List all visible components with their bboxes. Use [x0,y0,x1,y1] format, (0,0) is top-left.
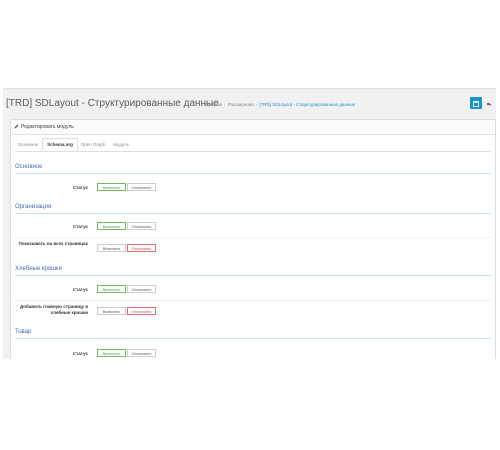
bc-status-on-button[interactable]: Включено [97,285,126,293]
tab-bar: Основное Schema.org Open Graph Модуль [15,138,491,152]
section-title-main: Основное [15,164,43,170]
panel-title: Редактировать модуль [21,124,74,130]
breadcrumb-current[interactable]: [TRD] SDLayout - Структурированные данны… [259,102,355,107]
section-divider [15,338,491,339]
edit-module-panel: Редактировать модуль Основное Schema.org… [10,119,496,359]
field-label-status: Статус [72,224,88,229]
pencil-icon [14,124,19,129]
tab-general[interactable]: Основное [15,139,41,150]
breadcrumb-home[interactable]: Главная [205,102,222,107]
breadcrumb: Главная › Расширения › [TRD] SDLayout - Стру… [205,102,355,107]
row-divider [15,300,491,301]
field-label-status: Статус [72,185,88,190]
section-title-product: Товар [15,329,32,335]
field-label-all-pages: Показывать на всех страницах [18,241,88,246]
save-icon [473,101,479,107]
panel-heading: Редактировать модуль [11,120,495,135]
field-label-add-home: Добавить главную страницу в хлебные крош… [20,304,88,315]
page-title: [TRD] SDLayout - Структурированные данны… [6,98,219,109]
breadcrumb-extensions[interactable]: Расширения [228,102,254,107]
back-button[interactable] [483,97,495,109]
page-header: [TRD] SDLayout - Структурированные данны… [3,89,496,117]
bc-status-off-button[interactable]: Отключено [127,285,156,293]
breadcrumb-separator: › [224,102,226,107]
org-status-on-button[interactable]: Включено [97,222,126,230]
reply-icon [486,102,492,106]
row-divider [15,237,491,238]
product-status-on-button[interactable]: Включено [97,349,126,357]
breadcrumb-separator: › [255,102,258,107]
all-pages-on-button[interactable]: Включено [97,244,126,252]
all-pages-off-button[interactable]: Отключено [127,244,156,252]
product-status-off-button[interactable]: Отключено [127,349,156,357]
section-title-organization: Организация [15,204,52,210]
add-home-on-button[interactable]: Включено [97,307,126,315]
section-title-breadcrumbs: Хлебные крошки [15,266,62,272]
section-divider [15,275,491,276]
tab-open-graph[interactable]: Open Graph [78,139,108,150]
field-label-status: Статус [72,287,88,292]
field-label-status: Статус [72,351,88,356]
section-divider [15,173,491,174]
status-off-button[interactable]: Отключено [127,183,156,191]
tab-schema-org[interactable]: Schema.org [42,138,78,151]
section-divider [15,213,491,214]
save-button[interactable] [470,97,482,109]
add-home-off-button[interactable]: Отключено [127,307,156,315]
org-status-off-button[interactable]: Отключено [127,222,156,230]
app-window: [TRD] SDLayout - Структурированные данны… [3,88,496,359]
tab-module[interactable]: Модуль [109,139,133,150]
status-on-button[interactable]: Включено [97,183,126,191]
